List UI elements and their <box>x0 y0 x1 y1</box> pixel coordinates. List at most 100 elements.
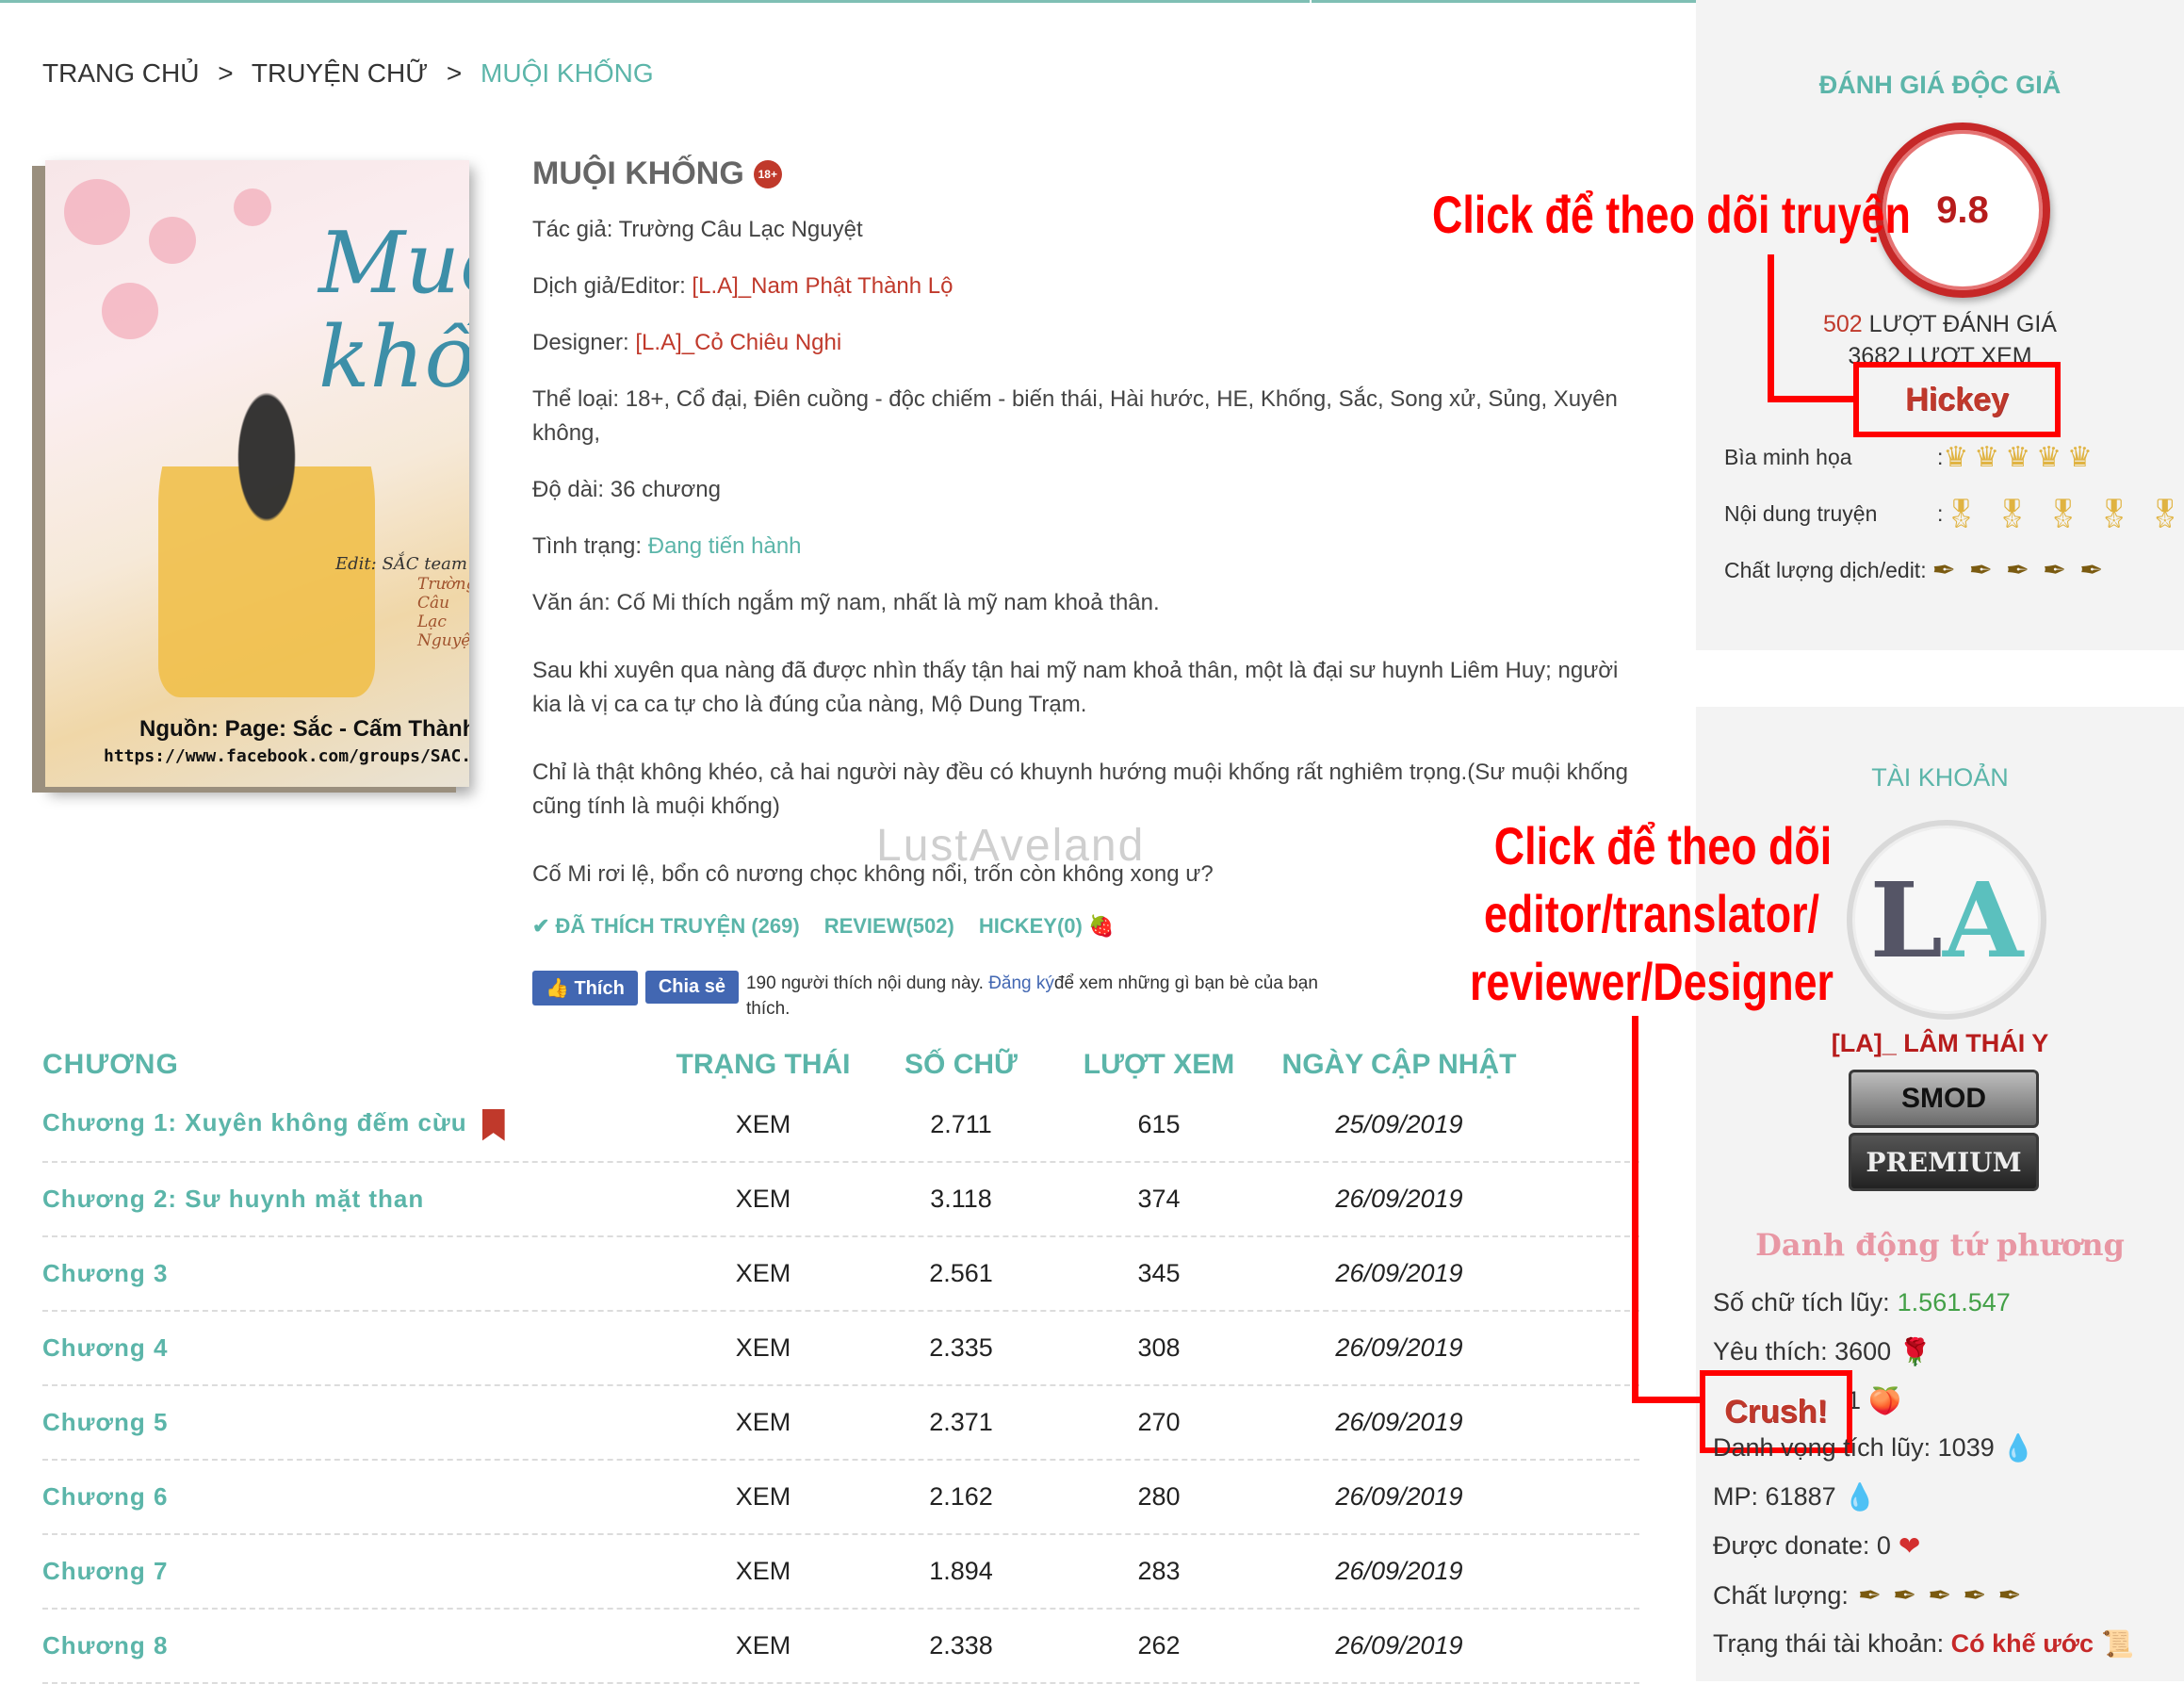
pen-icon: ✒ <box>1997 1580 2022 1611</box>
stat-quality: Chất lượng: ✒ ✒ ✒ ✒ ✒ <box>1713 1579 2022 1612</box>
view-chapter-button[interactable]: XEM <box>664 1408 862 1437</box>
breadcrumb-home[interactable]: TRANG CHỦ <box>42 58 199 88</box>
cover-rating-label: Bìa minh họa <box>1724 445 1852 469</box>
chapter-link[interactable]: Chương 4 <box>42 1333 664 1363</box>
breadcrumb: TRANG CHỦ > TRUYỆN CHỮ > MUỘI KHỐNG <box>42 58 654 89</box>
view-chapter-button[interactable]: XEM <box>664 1259 862 1288</box>
top-border <box>0 0 1310 3</box>
medal-icon: 🎖 <box>2146 499 2183 530</box>
view-chapter-button[interactable]: XEM <box>664 1333 862 1363</box>
stat-likes-label: Yêu thích: <box>1713 1337 1828 1365</box>
word-count: 2.162 <box>862 1482 1060 1512</box>
breadcrumb-category[interactable]: TRUYỆN CHỮ <box>252 58 428 88</box>
view-chapter-button[interactable]: XEM <box>664 1110 862 1139</box>
chapter-link[interactable]: Chương 1: Xuyên không đếm cừu <box>42 1108 664 1141</box>
word-count: 2.561 <box>862 1259 1060 1288</box>
designer-link[interactable]: [L.A]_Cỏ Chiêu Nghi <box>635 330 841 355</box>
medal-icon: 🎖 <box>2045 499 2081 530</box>
heart-icon: ❤ <box>1898 1531 1921 1561</box>
book-cover: Muội khống Edit: SẮC team Trường Câu Lạc… <box>45 160 469 787</box>
like-story-button[interactable]: ✔ ĐÃ THÍCH TRUYỆN (269) <box>532 914 800 939</box>
medal-icon: 🎖 <box>1994 499 2030 530</box>
table-row[interactable]: Chương 4 XEM 2.335 308 26/09/2019 <box>42 1312 1639 1386</box>
table-row[interactable]: Chương 8 XEM 2.338 262 26/09/2019 <box>42 1610 1639 1684</box>
facebook-share-button[interactable]: Chia sẻ <box>644 971 739 1004</box>
view-count-cell: 615 <box>1060 1110 1258 1139</box>
update-date: 25/09/2019 <box>1258 1110 1540 1139</box>
blossom-decoration <box>149 217 196 264</box>
editor-label: Dịch giả/Editor: <box>532 273 686 299</box>
table-row[interactable]: Chương 2: Sư huynh mặt than XEM 3.118 374 26… <box>42 1163 1639 1237</box>
rose-icon: 🌹 <box>1899 1337 1932 1366</box>
view-chapter-button[interactable]: XEM <box>664 1185 862 1214</box>
chapter-link[interactable]: Chương 2: Sư huynh mặt than <box>42 1185 664 1214</box>
length-value: 36 chương <box>610 477 721 502</box>
annotation-arrow-line <box>1632 1016 1638 1402</box>
table-row[interactable]: Chương 1: Xuyên không đếm cừu XEM 2.711 615… <box>42 1088 1639 1163</box>
blossom-decoration <box>102 283 158 339</box>
chapter-link[interactable]: Chương 3 <box>42 1259 664 1288</box>
rating-title: ĐÁNH GIÁ ĐỘC GIẢ <box>1818 71 2062 99</box>
update-date-text: 25/09/2019 <box>1335 1110 1463 1138</box>
annotation-line: editor/translator/ <box>1484 884 1819 943</box>
chapter-link-text: Chương 3 <box>42 1259 169 1287</box>
view-chapter-button[interactable]: XEM <box>664 1631 862 1660</box>
la-logo-icon: LA <box>1869 858 2024 981</box>
stat-mp-label: MP: <box>1713 1482 1759 1511</box>
stat-account-status-value: Có khế ước <box>1950 1629 2094 1658</box>
pen-icon: ✒ <box>2005 555 2030 586</box>
colon: : <box>1920 558 1927 582</box>
chapter-link[interactable]: Chương 8 <box>42 1631 664 1660</box>
account-title: TÀI KHOẢN <box>1871 763 2009 792</box>
content-rating-label: Nội dung truyện <box>1724 501 1878 526</box>
avatar[interactable]: LA <box>1847 820 2046 1020</box>
hickey-button[interactable]: Hickey <box>1853 362 2061 437</box>
synopsis-label: Văn án: <box>532 590 611 615</box>
view-count-cell-text: 283 <box>1137 1557 1181 1585</box>
review-count-number: 502 <box>1823 311 1863 337</box>
stat-crush: 1 🍑 <box>1847 1385 1901 1416</box>
view-count-cell: 262 <box>1060 1631 1258 1660</box>
user-name[interactable]: [LA]_ LÂM THÁI Y <box>1696 1029 2184 1058</box>
user-tagline: Danh động tứ phương <box>1755 1227 2125 1263</box>
book-title: MUỘI KHỐNG <box>532 155 744 191</box>
view-chapter-button[interactable]: XEM <box>664 1482 862 1512</box>
facebook-like-button[interactable]: 👍 Thích <box>532 971 638 1005</box>
quality-rating-label: Chất lượng dịch/edit <box>1724 558 1921 582</box>
update-date-text: 26/09/2019 <box>1335 1259 1463 1287</box>
view-count-cell-text: 374 <box>1137 1185 1181 1213</box>
chapter-link-text: Chương 1: Xuyên không đếm cừu <box>42 1108 467 1137</box>
word-count: 3.118 <box>862 1185 1060 1214</box>
content-rating: Nội dung truyện : 🎖 🎖 🎖 🎖 🎖 <box>1724 498 2183 531</box>
review-count-label: LƯỢT ĐÁNH GIÁ <box>1868 311 2057 337</box>
medal-icons: 🎖 🎖 🎖 🎖 🎖 <box>1943 498 2182 531</box>
chapter-link[interactable]: Chương 5 <box>42 1408 664 1437</box>
breadcrumb-current[interactable]: MUỘI KHỐNG <box>481 58 654 88</box>
review-button[interactable]: REVIEW(502) <box>824 914 954 939</box>
hickey-action-label: HICKEY(0) <box>978 914 1083 938</box>
view-count-cell-text: 308 <box>1137 1333 1181 1362</box>
table-row[interactable]: Chương 5 XEM 2.371 270 26/09/2019 <box>42 1386 1639 1461</box>
table-row[interactable]: Chương 7 XEM 1.894 283 26/09/2019 <box>42 1535 1639 1610</box>
synopsis-paragraph: Sau khi xuyên qua nàng đã được nhìn thấy… <box>532 658 1619 717</box>
table-row[interactable]: Chương 6 XEM 2.162 280 26/09/2019 <box>42 1461 1639 1535</box>
view-count-cell: 374 <box>1060 1185 1258 1214</box>
stat-fame-label: Danh vọng tích lũy: <box>1713 1433 1931 1462</box>
chapter-link[interactable]: Chương 6 <box>42 1482 664 1512</box>
watermark: LustAveland <box>876 821 1146 871</box>
view-chapter-button-text: XEM <box>735 1482 791 1511</box>
word-count-text: 2.371 <box>929 1408 993 1436</box>
stat-donate: Được donate: 0 ❤ <box>1713 1530 1920 1561</box>
genre-label: Thể loại: <box>532 386 620 412</box>
editor-link[interactable]: [L.A]_Nam Phật Thành Lộ <box>692 273 953 299</box>
facebook-signup-link[interactable]: Đăng ký <box>988 973 1054 993</box>
chapter-link-text: Chương 2: Sư huynh mặt than <box>42 1185 425 1213</box>
chapter-link[interactable]: Chương 7 <box>42 1557 664 1586</box>
table-row[interactable]: Chương 3 XEM 2.561 345 26/09/2019 <box>42 1237 1639 1312</box>
medal-icon: 🎖 <box>2095 499 2132 530</box>
breadcrumb-separator: > <box>446 58 463 88</box>
hickey-action[interactable]: HICKEY(0) 🍓 <box>979 914 1115 939</box>
bookmark-icon[interactable] <box>481 1108 505 1141</box>
view-chapter-button[interactable]: XEM <box>664 1557 862 1586</box>
update-date: 26/09/2019 <box>1258 1259 1540 1288</box>
